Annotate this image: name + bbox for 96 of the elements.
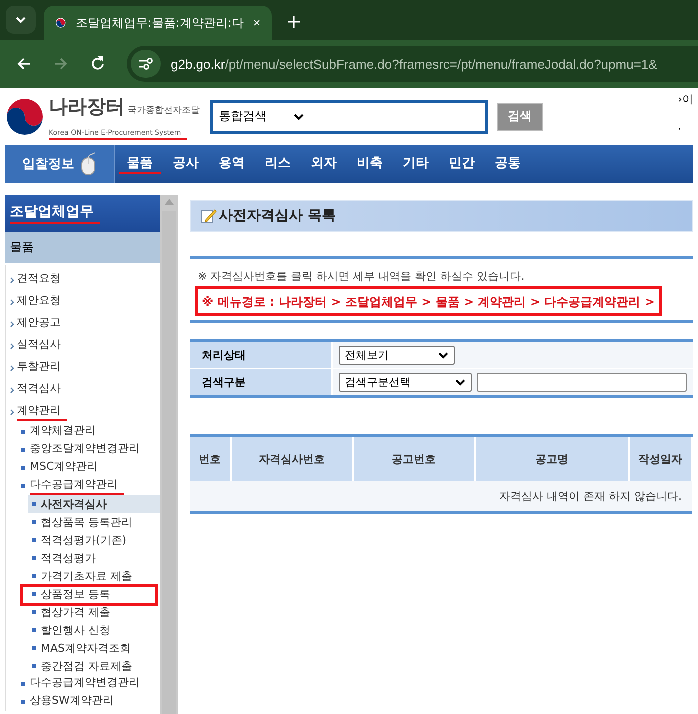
- bullet-icon: [32, 520, 36, 524]
- chevron-down-icon: [455, 378, 466, 386]
- sidebar-submenu-item[interactable]: 다수공급계약변경관리: [30, 675, 146, 693]
- sidebar-menu-item[interactable]: 제안공고: [17, 315, 67, 333]
- sidebar-submenu-item[interactable]: MSC계약관리: [30, 459, 104, 477]
- sidebar-menu-item[interactable]: 투찰관리: [17, 359, 67, 377]
- filter-label: 처리상태: [202, 348, 246, 362]
- bullet-icon: [21, 700, 25, 704]
- chevron-right-icon: [10, 298, 15, 306]
- sidebar-subsubmenu-item[interactable]: MAS계약자격조회: [28, 639, 160, 657]
- search-input-field[interactable]: [477, 372, 687, 392]
- bullet-icon: [32, 574, 36, 578]
- bullet-icon: [21, 466, 25, 470]
- reload-icon[interactable]: [90, 56, 106, 72]
- chevron-right-icon: [10, 342, 15, 350]
- bullet-icon: [21, 448, 25, 452]
- taegeuk-logo-icon: [5, 96, 45, 136]
- scrollbar[interactable]: [160, 195, 178, 714]
- empty-table-message: 자격심사 내역이 존재 하지 않습니다.: [190, 481, 692, 512]
- chevron-right-icon: [10, 364, 15, 372]
- header-link[interactable]: ›이: [678, 92, 694, 107]
- chevron-right-icon: [10, 276, 15, 284]
- page-title: 사전자격심사 목록: [219, 207, 336, 225]
- chevron-right-icon: [10, 408, 15, 416]
- taegeuk-icon: [56, 15, 66, 31]
- close-icon[interactable]: [254, 18, 260, 28]
- url-text: g2b.go.kr/pt/menu/selectSubFrame.do?framesrc=/pt/menu/frameJodal.do?upmu=1&: [171, 56, 658, 72]
- sidebar-menu-item[interactable]: 적격심사: [17, 381, 67, 399]
- nav-item[interactable]: 용역: [211, 154, 253, 174]
- browser-tab[interactable]: 조달업체업무:물품:계약관리:다: [44, 6, 272, 40]
- sidebar-subsubmenu-item[interactable]: 중간점검 자료제출: [28, 657, 160, 675]
- column-header: 공고번호: [353, 436, 475, 481]
- filter-label: 검색구분: [202, 374, 246, 390]
- dropdown-select[interactable]: 검색구분선택: [339, 372, 472, 392]
- nav-item[interactable]: 비축: [349, 154, 391, 174]
- sidebar-submenu-item[interactable]: 상용SW계약관리: [30, 693, 120, 711]
- search-field[interactable]: 통합검색: [210, 100, 488, 134]
- sidebar-subsubmenu-item[interactable]: 협상품목 등록관리: [28, 513, 160, 531]
- breadcrumb-text: ※ 메뉴경로 : 나라장터 > 조달업체업무 > 물품 > 계약관리 > 다수공급계약관리 >: [202, 295, 655, 309]
- nav-item[interactable]: 외자: [303, 154, 345, 174]
- nav-item[interactable]: 물품: [119, 154, 161, 174]
- sidebar-subsubmenu-item[interactable]: 적격성평가: [28, 549, 160, 567]
- bullet-icon: [32, 538, 36, 542]
- sidebar-menu-item[interactable]: 계약관리: [17, 403, 67, 421]
- bullet-icon: [32, 556, 36, 560]
- bullet-icon: [32, 502, 36, 506]
- dropdown-select[interactable]: 전체보기: [339, 346, 455, 364]
- chevron-down-icon: [15, 16, 27, 24]
- bullet-icon: [32, 610, 36, 614]
- sidebar-submenu-item[interactable]: 계약체결관리: [30, 423, 102, 441]
- mouse-icon: [80, 152, 96, 176]
- sidebar-subsubmenu-item[interactable]: 사전자격심사: [28, 495, 160, 513]
- nav-item[interactable]: 공사: [165, 154, 207, 174]
- chevron-right-icon: [10, 320, 15, 328]
- plus-icon[interactable]: [288, 16, 300, 28]
- nav-item[interactable]: 리스: [257, 154, 299, 174]
- bullet-icon: [21, 430, 25, 434]
- header-link[interactable]: ·: [678, 123, 682, 136]
- notice-text: ※ 자격심사번호를 클릭 하시면 세부 내역을 확인 하실수 있습니다.: [198, 269, 526, 284]
- address-bar[interactable]: g2b.go.kr/pt/menu/selectSubFrame.do?framesrc=/pt/menu/frameJodal.do?upmu=1&: [127, 46, 698, 82]
- tab-search-button[interactable]: [6, 6, 36, 34]
- note-pencil-icon: [201, 208, 217, 224]
- column-header: 번호: [190, 436, 231, 481]
- sidebar-menu-item[interactable]: 견적요청: [17, 271, 67, 289]
- sidebar-subsubmenu-item[interactable]: 협상가격 제출: [28, 603, 160, 621]
- sidebar-title: 조달업체업무: [10, 203, 100, 224]
- site-info-button[interactable]: [131, 50, 161, 78]
- bullet-icon: [21, 682, 25, 686]
- sidebar-subsubmenu-item[interactable]: 할인행사 신청: [28, 621, 160, 639]
- sidebar-menu-item[interactable]: 실적심사: [17, 337, 67, 355]
- column-header: 공고명: [475, 436, 629, 481]
- back-arrow-icon[interactable]: [16, 56, 32, 72]
- nav-home-tab[interactable]: 입찰정보: [5, 145, 115, 183]
- sidebar-submenu-item[interactable]: 중앙조달계약변경관리: [30, 441, 146, 459]
- chevron-down-icon: [293, 112, 305, 120]
- tab-title: 조달업체업무:물품:계약관리:다: [76, 14, 244, 32]
- sliders-icon: [138, 57, 154, 71]
- search-scope-select[interactable]: 통합검색: [219, 108, 305, 125]
- bullet-icon: [32, 664, 36, 668]
- nav-item[interactable]: 기타: [395, 154, 437, 174]
- sidebar-menu-item[interactable]: 제안요청: [17, 293, 67, 311]
- chevron-right-icon: [10, 386, 15, 394]
- logo-title: 나라장터: [49, 94, 125, 120]
- column-header: 자격심사번호: [231, 436, 353, 481]
- bullet-icon: [32, 628, 36, 632]
- nav-item[interactable]: 공통: [487, 154, 529, 174]
- column-header: 작성일자: [629, 436, 692, 481]
- sidebar-section-title: 물품: [10, 239, 34, 256]
- sidebar-subsubmenu-item[interactable]: 적격성평가(기존): [28, 531, 160, 549]
- chevron-down-icon: [438, 352, 449, 358]
- bullet-icon: [32, 592, 36, 596]
- sidebar-subsubmenu-item[interactable]: 가격기초자료 제출: [28, 567, 160, 585]
- bullet-icon: [32, 646, 36, 650]
- bullet-icon: [21, 484, 25, 488]
- logo-subtitle: 국가종합전자조달: [128, 104, 200, 116]
- nav-item[interactable]: 민간: [441, 154, 483, 174]
